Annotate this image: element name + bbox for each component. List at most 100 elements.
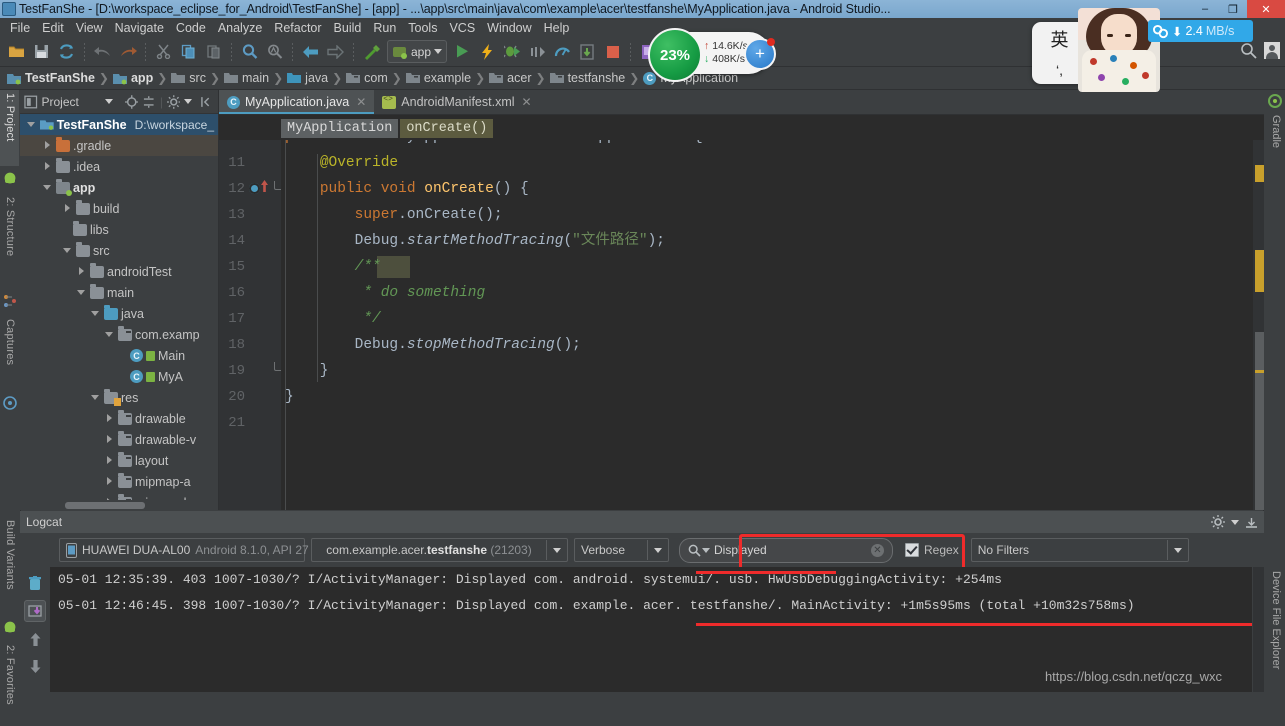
sidebar-item-structure[interactable]: 2: Structure bbox=[0, 194, 19, 290]
chevron-right-icon[interactable] bbox=[42, 161, 53, 172]
chevron-right-icon[interactable] bbox=[104, 497, 115, 500]
chevron-down-icon[interactable] bbox=[104, 99, 113, 104]
tree-item-testfanshe[interactable]: TestFanShe D:\workspace_ bbox=[20, 114, 218, 135]
chevron-right-icon[interactable] bbox=[104, 413, 115, 424]
install-apk-icon[interactable] bbox=[576, 40, 599, 63]
tree-item-idea[interactable]: .idea bbox=[20, 156, 218, 177]
menu-item-view[interactable]: View bbox=[70, 19, 109, 37]
logcat-vertical-scrollbar[interactable] bbox=[1253, 567, 1264, 692]
chevron-down-icon[interactable] bbox=[62, 245, 73, 256]
chevron-down-icon[interactable] bbox=[42, 182, 53, 193]
netdisk-speed-widget[interactable]: ⬇ 2.4 MB/s bbox=[1148, 20, 1253, 42]
collapse-all-icon[interactable] bbox=[142, 95, 156, 109]
hide-panel-icon[interactable] bbox=[200, 95, 214, 109]
find-icon[interactable] bbox=[238, 40, 261, 63]
process-selector[interactable]: com.example.acer.testfanshe (21203) bbox=[311, 538, 568, 562]
debug-icon[interactable] bbox=[501, 40, 524, 63]
chevron-down-icon[interactable] bbox=[1231, 519, 1239, 525]
sidebar-item-captures[interactable]: Captures bbox=[0, 316, 19, 390]
chevron-down-icon[interactable] bbox=[184, 99, 193, 104]
menu-item-vcs[interactable]: VCS bbox=[443, 19, 481, 37]
chevron-down-icon[interactable] bbox=[26, 119, 37, 130]
tree-item-mipmap-hdpi[interactable]: mipmap-h bbox=[20, 492, 218, 500]
chevron-right-icon[interactable] bbox=[76, 266, 87, 277]
menu-item-refactor[interactable]: Refactor bbox=[268, 19, 327, 37]
chevron-right-icon[interactable] bbox=[62, 203, 73, 214]
breadcrumb-item-app[interactable]: app bbox=[110, 71, 156, 85]
chevron-down-icon[interactable] bbox=[434, 49, 443, 54]
breadcrumb-item-example[interactable]: example bbox=[403, 71, 474, 85]
paste-icon[interactable] bbox=[202, 40, 225, 63]
tree-item-androidtest[interactable]: androidTest bbox=[20, 261, 218, 282]
checkbox-icon[interactable] bbox=[905, 543, 919, 557]
tree-item-src[interactable]: src bbox=[20, 240, 218, 261]
forward-icon[interactable] bbox=[324, 40, 347, 63]
close-icon[interactable]: ✕ bbox=[522, 95, 532, 109]
tree-item-main[interactable]: main bbox=[20, 282, 218, 303]
tree-item-libs[interactable]: libs bbox=[20, 219, 218, 240]
tree-item-gradle[interactable]: .gradle bbox=[20, 135, 218, 156]
breadcrumb-item-java[interactable]: java bbox=[284, 71, 331, 85]
replace-icon[interactable] bbox=[263, 40, 286, 63]
run-configuration-selector[interactable]: app bbox=[387, 40, 448, 63]
tree-item-build[interactable]: build bbox=[20, 198, 218, 219]
device-selector[interactable]: HUAWEI DUA-AL00 Android 8.1.0, API 27 bbox=[59, 538, 324, 562]
breadcrumb-item-main[interactable]: main bbox=[221, 71, 272, 85]
search-icon[interactable] bbox=[1240, 42, 1257, 59]
tab-androidmanifest-xml[interactable]: AndroidManifest.xml ✕ bbox=[374, 90, 539, 114]
warning-marker[interactable] bbox=[1255, 250, 1264, 292]
chevron-down-icon[interactable] bbox=[90, 392, 101, 403]
sidebar-item-gradle[interactable]: Gradle bbox=[1264, 112, 1285, 166]
chevron-down-icon[interactable] bbox=[76, 287, 87, 298]
run-icon[interactable] bbox=[451, 40, 474, 63]
chevron-down-icon[interactable] bbox=[90, 308, 101, 319]
tree-item-drawable-v[interactable]: drawable-v bbox=[20, 429, 218, 450]
avatar[interactable] bbox=[1264, 42, 1280, 59]
warning-marker[interactable] bbox=[1255, 165, 1264, 182]
open-folder-icon[interactable] bbox=[5, 40, 28, 63]
breadcrumb-item-project[interactable]: TestFanShe bbox=[4, 71, 98, 85]
menu-item-navigate[interactable]: Navigate bbox=[109, 19, 170, 37]
code-text[interactable]: public class MyApplication extends Appli… bbox=[281, 140, 1264, 510]
sidebar-item-favorites[interactable]: 2: Favorites bbox=[0, 642, 19, 726]
cut-icon[interactable] bbox=[152, 40, 175, 63]
sync-icon[interactable] bbox=[55, 40, 78, 63]
tree-item-mainactivity[interactable]: C Main bbox=[20, 345, 218, 366]
up-arrow-icon[interactable] bbox=[25, 629, 45, 649]
chevron-down-icon[interactable] bbox=[104, 329, 115, 340]
chevron-right-icon[interactable] bbox=[104, 455, 115, 466]
chevron-right-icon[interactable] bbox=[104, 434, 115, 445]
close-button[interactable]: ✕ bbox=[1247, 0, 1285, 18]
tree-item-drawable[interactable]: drawable bbox=[20, 408, 218, 429]
menu-item-analyze[interactable]: Analyze bbox=[212, 19, 268, 37]
logcat-output[interactable]: 05-01 12:35:39. 403 1007-1030/? I/Activi… bbox=[50, 567, 1252, 692]
down-arrow-icon[interactable] bbox=[25, 656, 45, 676]
menu-item-build[interactable]: Build bbox=[328, 19, 368, 37]
editor-vertical-scrollbar[interactable] bbox=[1255, 332, 1264, 510]
logcat-search-input[interactable]: Displayed ✕ bbox=[679, 537, 893, 563]
tree-item-app[interactable]: app bbox=[20, 177, 218, 198]
sidebar-item-project[interactable]: 1: Project bbox=[0, 90, 19, 166]
punctuation-icon[interactable]: ‘, bbox=[1056, 62, 1063, 78]
tree-item-package[interactable]: com.examp bbox=[20, 324, 218, 345]
chevron-right-icon[interactable] bbox=[42, 140, 53, 151]
copy-icon[interactable] bbox=[177, 40, 200, 63]
log-level-selector[interactable]: Verbose bbox=[574, 538, 669, 562]
tree-item-res[interactable]: res bbox=[20, 387, 218, 408]
tree-item-mipmap-anydpi[interactable]: mipmap-a bbox=[20, 471, 218, 492]
tree-item-myapplication[interactable]: C MyA bbox=[20, 366, 218, 387]
chevron-down-icon[interactable] bbox=[647, 540, 668, 560]
stop-icon[interactable] bbox=[601, 40, 624, 63]
sidebar-item-device-file-explorer[interactable]: Device File Explorer bbox=[1264, 568, 1285, 698]
ime-language-mode[interactable]: 英 bbox=[1051, 26, 1069, 52]
chevron-right-icon[interactable] bbox=[104, 476, 115, 487]
profiler-icon[interactable] bbox=[551, 40, 574, 63]
tree-item-layout[interactable]: layout bbox=[20, 450, 218, 471]
maximize-button[interactable]: ❐ bbox=[1219, 0, 1247, 18]
build-hammer-icon[interactable] bbox=[360, 40, 383, 63]
editor-marker-gutter[interactable] bbox=[1253, 140, 1264, 510]
menu-item-run[interactable]: Run bbox=[367, 19, 402, 37]
redo-icon[interactable] bbox=[116, 40, 139, 63]
chevron-down-icon[interactable] bbox=[546, 540, 567, 560]
breadcrumb-class[interactable]: MyApplication bbox=[281, 118, 399, 138]
